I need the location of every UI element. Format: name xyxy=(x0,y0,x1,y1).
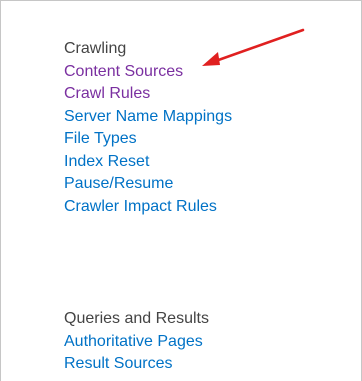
authoritative-pages-link[interactable]: Authoritative Pages xyxy=(64,331,209,354)
queries-section: Queries and Results Authoritative Pages … xyxy=(64,308,209,376)
result-sources-link[interactable]: Result Sources xyxy=(64,353,209,376)
file-types-link[interactable]: File Types xyxy=(64,128,232,151)
queries-heading: Queries and Results xyxy=(64,310,209,327)
red-arrow-annotation xyxy=(202,28,305,66)
crawler-impact-rules-link[interactable]: Crawler Impact Rules xyxy=(64,196,232,219)
crawl-rules-link[interactable]: Crawl Rules xyxy=(64,83,232,106)
server-name-mappings-link[interactable]: Server Name Mappings xyxy=(64,106,232,129)
pause-resume-link[interactable]: Pause/Resume xyxy=(64,173,232,196)
index-reset-link[interactable]: Index Reset xyxy=(64,151,232,174)
quick-launch-panel: Crawling Content Sources Crawl Rules Ser… xyxy=(0,0,362,381)
